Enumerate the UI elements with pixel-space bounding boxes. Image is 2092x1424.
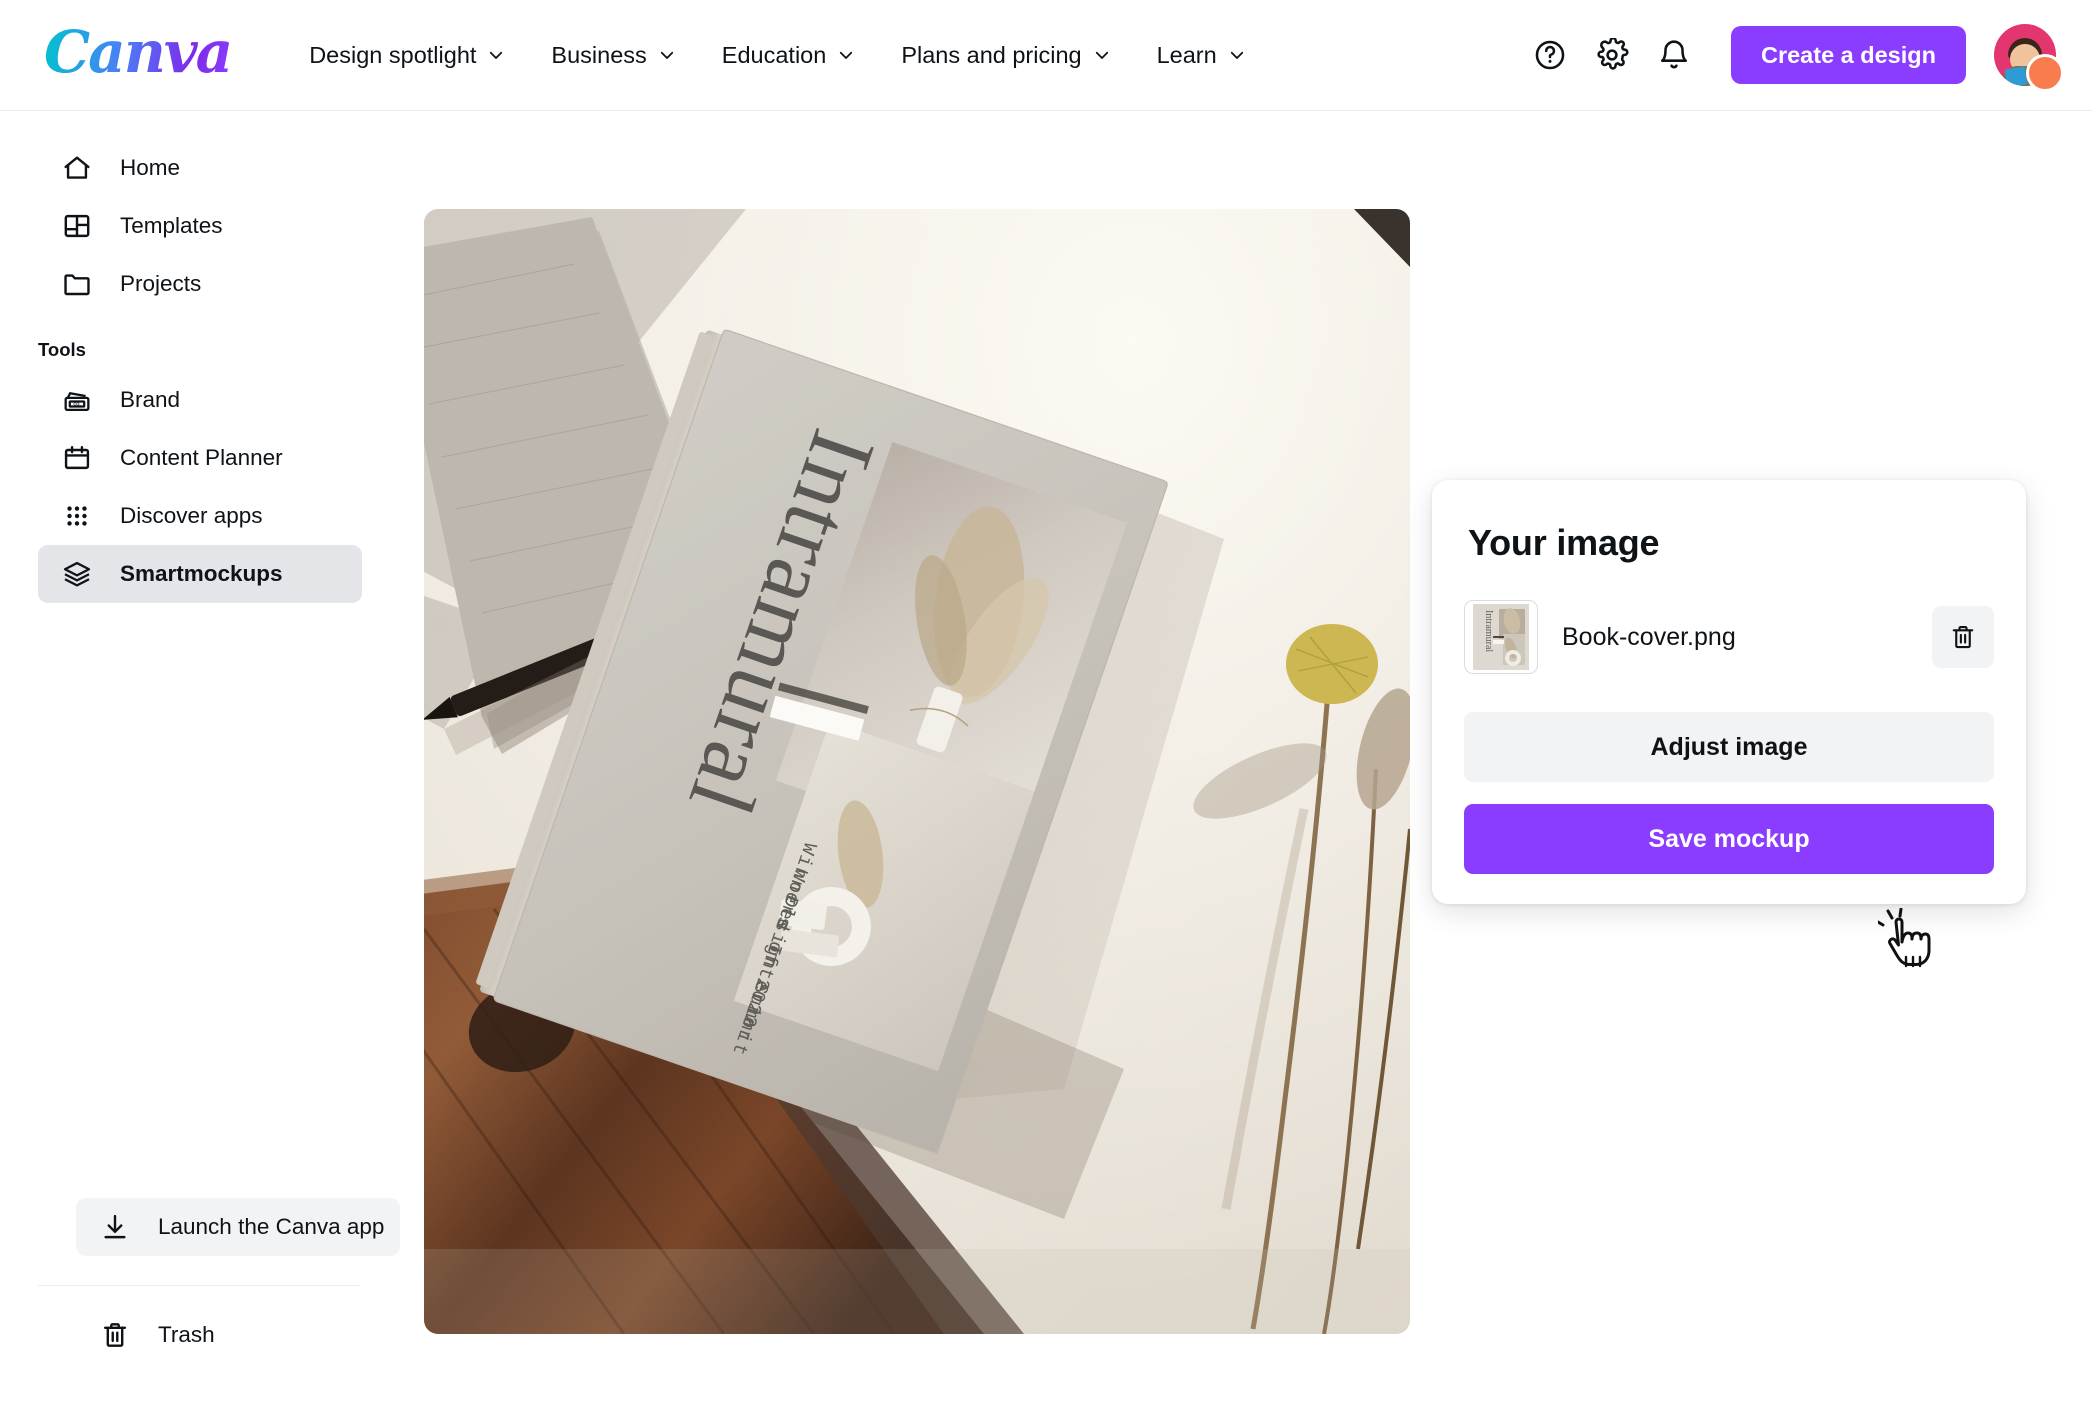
help-icon[interactable] <box>1521 26 1579 84</box>
chevron-down-icon <box>837 46 855 64</box>
avatar-status-badge <box>2026 54 2064 92</box>
save-mockup-button[interactable]: Save mockup <box>1464 804 1994 874</box>
gear-icon[interactable] <box>1583 26 1641 84</box>
brand-icon: CO. <box>60 383 94 417</box>
your-image-panel: Your image Intramural Book-cover.png Adj… <box>1432 480 2026 904</box>
svg-text:CO.: CO. <box>73 402 80 407</box>
grid-apps-icon <box>60 499 94 533</box>
sidebar-item-templates[interactable]: Templates <box>38 197 362 255</box>
mouse-cursor-pointing-hand <box>1876 907 1936 976</box>
sidebar-item-content-planner[interactable]: Content Planner <box>38 429 362 487</box>
panel-title: Your image <box>1468 522 1660 563</box>
templates-icon <box>60 209 94 243</box>
sidebar-item-trash[interactable]: Trash <box>76 1306 400 1364</box>
layers-icon <box>60 557 94 591</box>
canva-logo[interactable]: Canva <box>44 23 233 87</box>
nav-learn[interactable]: Learn <box>1139 32 1264 79</box>
trash-icon <box>1952 625 1974 649</box>
bell-icon[interactable] <box>1645 26 1703 84</box>
sidebar-item-label: Content Planner <box>120 445 283 470</box>
sidebar-item-label: Smartmockups <box>120 561 283 586</box>
delete-image-button[interactable] <box>1932 606 1994 668</box>
folder-icon <box>60 267 94 301</box>
mockup-illustration: Intramural Winners of 2022 World Interio… <box>424 209 1410 1334</box>
adjust-image-button[interactable]: Adjust image <box>1464 712 1994 782</box>
sidebar-item-label: Trash <box>158 1322 215 1347</box>
file-thumbnail[interactable]: Intramural <box>1464 600 1538 674</box>
calendar-icon <box>60 441 94 475</box>
nav-label: Learn <box>1156 41 1217 68</box>
nav-design-spotlight[interactable]: Design spotlight <box>291 32 523 79</box>
sidebar-section-tools: Tools <box>38 339 86 360</box>
svg-text:Intramural: Intramural <box>1483 610 1494 652</box>
nav-label: Plans and pricing <box>901 41 1082 68</box>
top-header: Canva Design spotlight Business Educatio… <box>0 0 2092 111</box>
home-icon <box>60 151 94 185</box>
chevron-down-icon <box>1228 46 1246 64</box>
avatar-book <box>2004 66 2028 86</box>
sidebar-divider <box>38 1285 360 1286</box>
chevron-down-icon <box>487 46 505 64</box>
nav-label: Education <box>721 41 827 68</box>
sidebar-item-smartmockups[interactable]: Smartmockups <box>38 545 362 603</box>
sidebar-item-label: Launch the Canva app <box>158 1214 385 1239</box>
nav-business[interactable]: Business <box>533 32 693 79</box>
sidebar-item-label: Discover apps <box>120 503 263 528</box>
nav-label: Business <box>551 41 647 68</box>
header-actions: Create a design <box>1521 24 2092 92</box>
create-a-design-button[interactable]: Create a design <box>1730 26 1966 84</box>
uploaded-file-row: Intramural Book-cover.png <box>1464 600 1994 674</box>
sidebar-item-label: Home <box>120 155 181 180</box>
thumbnail-book-cover: Intramural <box>1473 604 1529 670</box>
sidebar-item-label: Brand <box>120 387 181 412</box>
sidebar-item-home[interactable]: Home <box>38 139 362 197</box>
download-icon <box>98 1210 132 1244</box>
sidebar-item-label: Projects <box>120 271 202 296</box>
nav-education[interactable]: Education <box>704 32 874 79</box>
mockup-preview-image[interactable]: Intramural Winners of 2022 World Interio… <box>424 209 1410 1334</box>
user-avatar[interactable] <box>1994 24 2064 92</box>
nav-label: Design spotlight <box>309 41 477 68</box>
file-name-label: Book-cover.png <box>1562 622 1736 651</box>
sidebar-item-launch-canva-app[interactable]: Launch the Canva app <box>76 1198 400 1256</box>
nav-plans-and-pricing[interactable]: Plans and pricing <box>883 32 1128 79</box>
chevron-down-icon <box>658 46 676 64</box>
sidebar-item-label: Templates <box>120 213 223 238</box>
left-sidebar: Home Templates Projects Tools CO. Brand … <box>0 111 400 1424</box>
sidebar-item-projects[interactable]: Projects <box>38 255 362 313</box>
sidebar-item-discover-apps[interactable]: Discover apps <box>38 487 362 545</box>
trash-icon <box>98 1318 132 1352</box>
sidebar-item-brand[interactable]: CO. Brand <box>38 371 362 429</box>
chevron-down-icon <box>1093 46 1111 64</box>
